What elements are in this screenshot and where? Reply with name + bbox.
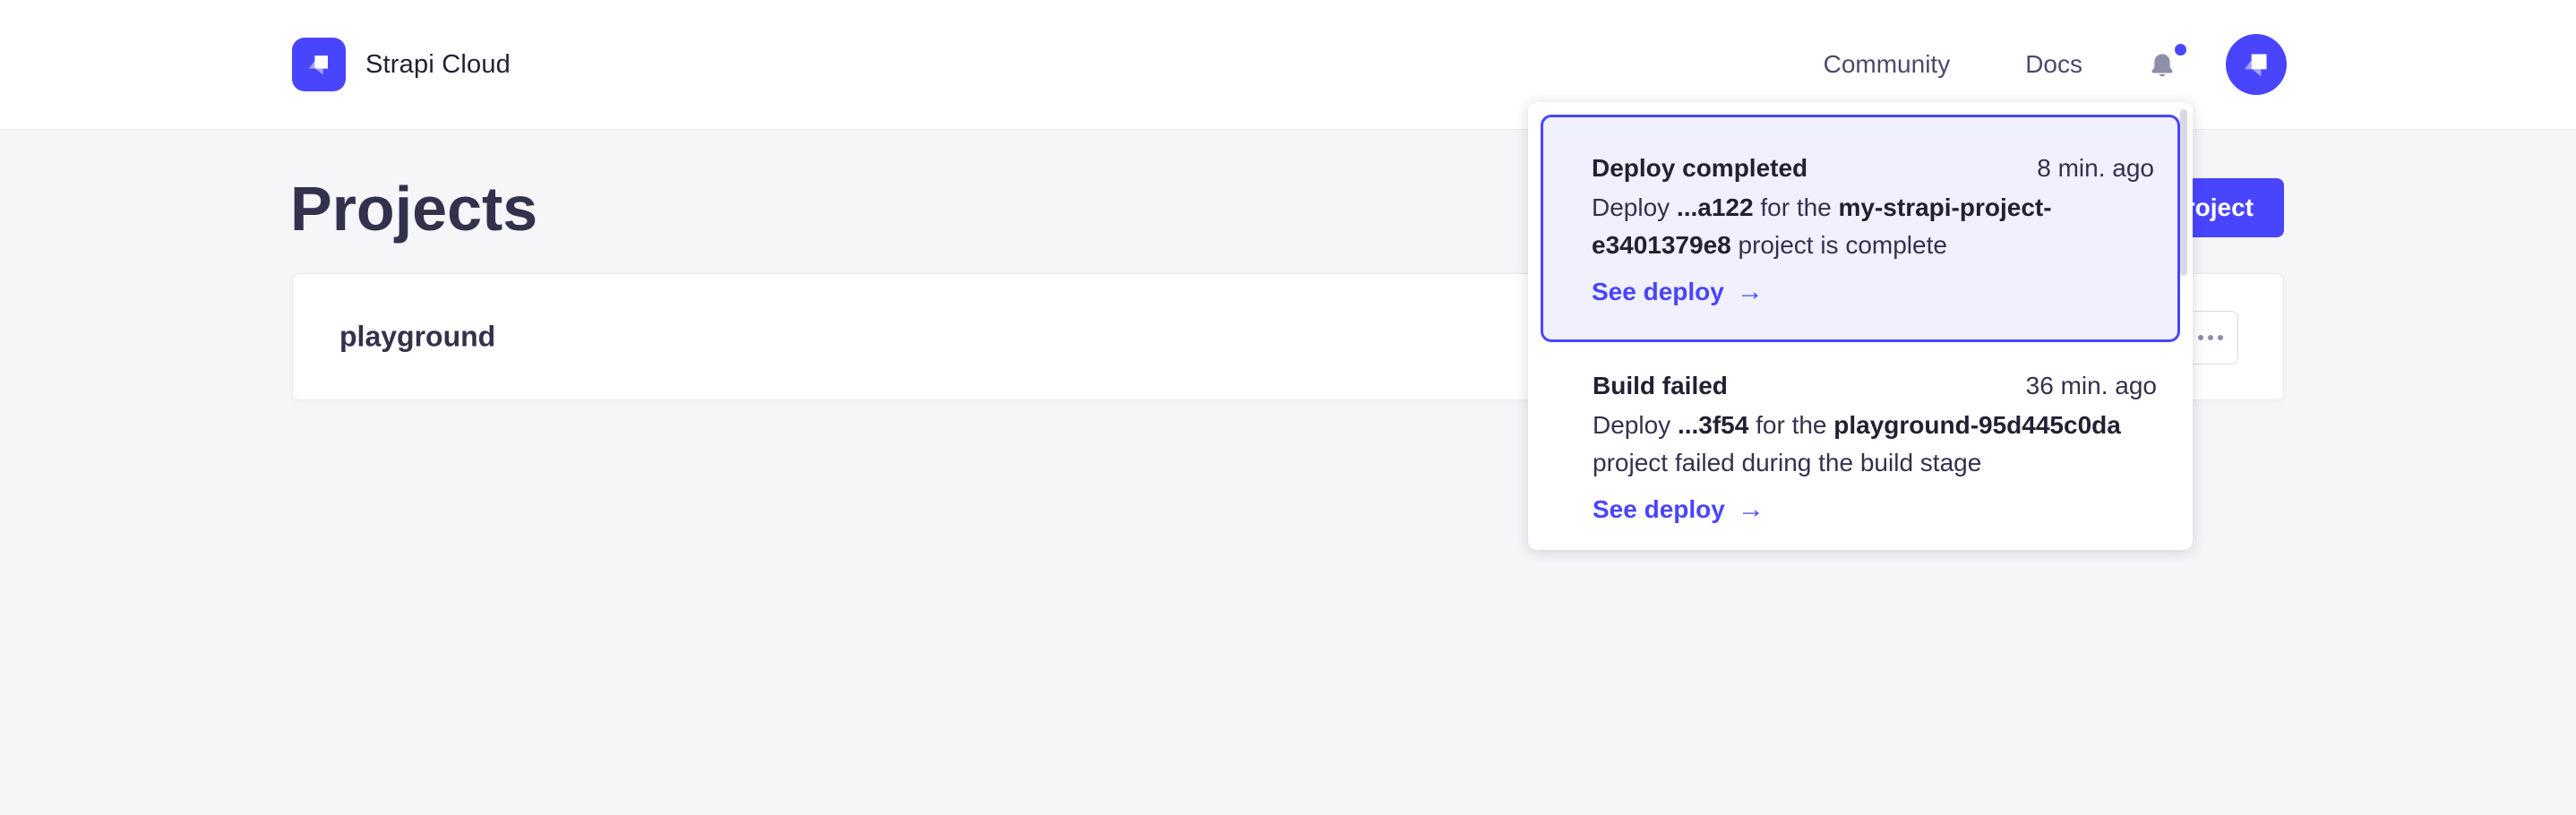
notification-timestamp: 36 min. ago [2026,371,2157,401]
notification-timestamp: 8 min. ago [2037,153,2154,184]
arrow-right-icon: → [1738,491,1765,528]
brand[interactable]: Strapi Cloud [292,38,511,91]
notification-item-deploy-completed[interactable]: Deploy completed 8 min. ago Deploy ...a1… [1541,115,2180,342]
more-dots-icon [2218,335,2223,340]
more-dots-icon [2208,335,2213,340]
dropdown-scrollbar-thumb[interactable] [2180,109,2187,276]
strapi-cloud-page: Strapi Cloud Community Docs Projects Cre… [0,0,2576,815]
notification-item-build-failed[interactable]: Build failed 36 min. ago Deploy ...3f54 … [1541,342,2180,528]
nav-link-community[interactable]: Community [1824,50,1951,79]
notification-title-row: Deploy completed 8 min. ago [1592,153,2154,184]
nav-link-docs[interactable]: Docs [2025,50,2082,79]
notification-title: Build failed [1593,371,1728,401]
strapi-avatar-icon [2237,45,2276,84]
see-deploy-link[interactable]: See deploy → [1592,273,2154,311]
project-name: playground [339,321,495,354]
unread-notification-dot [2175,44,2186,56]
notification-body: Deploy ...a122 for the my-strapi-project… [1592,189,2154,264]
notifications-bell-button[interactable] [2145,47,2179,82]
notification-title-row: Build failed 36 min. ago [1593,371,2157,401]
brand-name: Strapi Cloud [365,50,511,80]
notification-title: Deploy completed [1592,153,1807,184]
more-dots-icon [2198,335,2203,340]
arrow-right-icon: → [1737,273,1764,311]
see-deploy-link[interactable]: See deploy → [1593,491,2157,528]
notification-body: Deploy ...3f54 for the playground-95d445… [1593,407,2157,482]
notifications-dropdown: Deploy completed 8 min. ago Deploy ...a1… [1528,102,2193,550]
user-avatar[interactable] [2226,34,2287,95]
strapi-logo-icon [292,38,346,91]
bell-icon [2147,50,2177,82]
page-title: Projects [290,174,537,244]
